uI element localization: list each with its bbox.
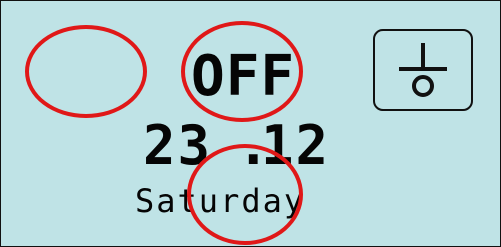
highlight-circle-status xyxy=(181,21,303,122)
lcd-screen: OFF 23 . 12 Saturday xyxy=(0,0,501,247)
highlight-circle-left xyxy=(25,25,147,118)
power-button[interactable] xyxy=(373,29,473,111)
power-toggle-icon xyxy=(399,43,447,97)
highlight-circle-weekday xyxy=(187,144,303,245)
